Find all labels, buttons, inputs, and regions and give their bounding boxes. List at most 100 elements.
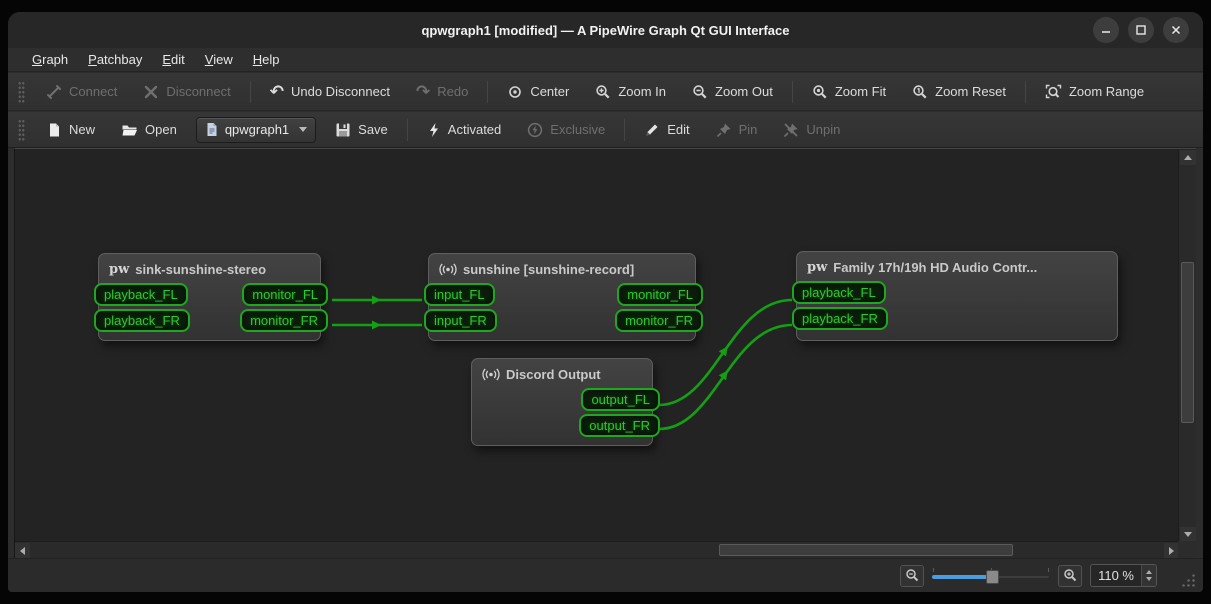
undo-icon: ↶ [269, 81, 284, 102]
zoom-range-button[interactable]: Zoom Range [1035, 80, 1154, 104]
arrow-right-icon [1169, 546, 1174, 555]
close-icon[interactable] [1163, 17, 1189, 43]
toolbar-drag-handle[interactable] [18, 80, 25, 103]
connection-wires [332, 295, 793, 431]
magnifier-plus-icon [1063, 569, 1076, 582]
connect-icon [47, 84, 61, 99]
node-family-hd-audio[interactable]: pw Family 17h/19h HD Audio Contr... play… [792, 251, 1118, 341]
pin-button[interactable]: Pin [706, 118, 768, 142]
activated-button[interactable]: Activated [417, 118, 511, 142]
port-input[interactable]: playback_FR [792, 307, 888, 330]
toolbar-separator [791, 80, 793, 103]
activated-bolt-icon [429, 122, 438, 137]
menu-graph[interactable]: Graph [22, 49, 78, 70]
edit-button[interactable]: Edit [634, 118, 699, 142]
vertical-scroll-thumb[interactable] [1181, 262, 1194, 423]
horizontal-scroll-thumb[interactable] [719, 544, 1013, 556]
graph-viewport[interactable]: pw sink-sunshine-stereo playback_FL play… [15, 150, 1179, 542]
port-input[interactable]: playback_FL [792, 281, 886, 304]
connect-button[interactable]: Connect [36, 80, 127, 104]
new-button[interactable]: New [36, 118, 105, 142]
center-icon [509, 85, 522, 98]
unpin-icon [784, 122, 799, 137]
port-output[interactable]: output_FL [581, 388, 660, 411]
zoom-out-button[interactable]: Zoom Out [682, 80, 783, 104]
toolbar-separator [1024, 80, 1026, 103]
graph-toolbar: Connect Disconnect ↶ Undo Disconnect ↷ R… [8, 73, 1203, 111]
exclusive-bolt-icon [528, 122, 543, 137]
menu-view[interactable]: View [195, 49, 243, 70]
redo-button[interactable]: ↷ Redo [406, 80, 478, 103]
scroll-right-button[interactable] [1164, 543, 1179, 558]
combobox-value: qpwgraph1 [224, 122, 290, 137]
toolbar-separator [249, 80, 251, 103]
node-sink-sunshine-stereo[interactable]: pw sink-sunshine-stereo playback_FL play… [94, 253, 328, 341]
vertical-scrollbar[interactable] [1178, 150, 1196, 542]
app-window: qpwgraph1 [modified] — A PipeWire Graph … [8, 12, 1203, 592]
scroll-up-button[interactable] [1180, 150, 1196, 165]
port-output[interactable]: output_FR [579, 414, 660, 437]
broadcast-icon [439, 263, 457, 276]
save-icon [336, 123, 350, 136]
scroll-down-button[interactable] [1180, 527, 1196, 542]
center-button[interactable]: Center [497, 80, 579, 104]
node-title: sunshine [sunshine-record] [463, 262, 635, 277]
port-input[interactable]: playback_FL [94, 283, 188, 306]
node-discord-output[interactable]: Discord Output output_FL output_FR [471, 358, 660, 446]
zoom-slider-handle[interactable] [986, 569, 1000, 584]
spin-down-icon[interactable] [1146, 577, 1152, 581]
statusbar: 110 % [8, 558, 1203, 592]
zoom-out-icon [693, 84, 707, 98]
node-sunshine[interactable]: sunshine [sunshine-record] input_FL inpu… [424, 253, 703, 341]
zoom-in-status-button[interactable] [1058, 564, 1083, 587]
port-input[interactable]: playback_FR [94, 309, 190, 332]
new-file-icon [50, 123, 59, 136]
menu-edit[interactable]: Edit [152, 49, 194, 70]
edit-pencil-icon [646, 124, 658, 135]
open-button[interactable]: Open [111, 118, 187, 142]
toolbar-separator [624, 118, 626, 141]
horizontal-scrollbar[interactable] [15, 541, 1179, 558]
zoom-reset-icon [913, 84, 927, 98]
menu-patchbay[interactable]: Patchbay [78, 49, 152, 70]
port-input[interactable]: input_FL [424, 283, 495, 306]
zoom-fit-icon [813, 84, 827, 98]
disconnect-button[interactable]: Disconnect [133, 80, 240, 104]
toolbar-separator [487, 80, 489, 103]
port-output[interactable]: monitor_FL [617, 283, 703, 306]
arrow-down-icon [1184, 532, 1192, 537]
port-input[interactable]: input_FR [424, 309, 497, 332]
scroll-left-button[interactable] [15, 543, 30, 558]
open-folder-icon [122, 125, 138, 135]
resize-grip[interactable] [1181, 572, 1195, 587]
maximize-icon[interactable] [1128, 17, 1154, 43]
minimize-icon[interactable] [1093, 17, 1119, 43]
node-title: Family 17h/19h HD Audio Contr... [833, 260, 1038, 275]
zoom-percent-spinbox[interactable]: 110 % [1090, 564, 1157, 587]
unpin-button[interactable]: Unpin [773, 118, 850, 142]
zoom-in-button[interactable]: Zoom In [585, 80, 676, 104]
titlebar[interactable]: qpwgraph1 [modified] — A PipeWire Graph … [8, 12, 1203, 48]
port-output[interactable]: monitor_FR [615, 309, 703, 332]
port-output[interactable]: monitor_FR [240, 309, 328, 332]
menu-help[interactable]: Help [243, 49, 290, 70]
undo-disconnect-button[interactable]: ↶ Undo Disconnect [260, 80, 400, 103]
toolbar-separator [406, 118, 408, 141]
zoom-reset-button[interactable]: Zoom Reset [902, 80, 1016, 104]
spin-up-icon[interactable] [1146, 570, 1152, 574]
save-button[interactable]: Save [325, 118, 398, 142]
toolbar-drag-handle[interactable] [18, 118, 25, 141]
chevron-down-icon [299, 127, 308, 132]
exclusive-button[interactable]: Exclusive [517, 118, 615, 142]
port-output[interactable]: monitor_FL [242, 283, 328, 306]
node-title: Discord Output [506, 367, 601, 382]
patchbay-toolbar: New Open qpwgraph1 Save Activated Exclus… [8, 112, 1203, 148]
graph-canvas[interactable]: pw sink-sunshine-stereo playback_FL play… [14, 148, 1196, 558]
zoom-fit-button[interactable]: Zoom Fit [802, 80, 896, 104]
zoom-slider[interactable] [932, 566, 1051, 586]
patchbay-profile-combobox[interactable]: qpwgraph1 [195, 116, 317, 143]
redo-icon: ↷ [415, 81, 431, 102]
zoom-out-status-button[interactable] [900, 564, 925, 587]
arrow-up-icon [1184, 155, 1192, 160]
zoom-in-icon [596, 84, 610, 98]
